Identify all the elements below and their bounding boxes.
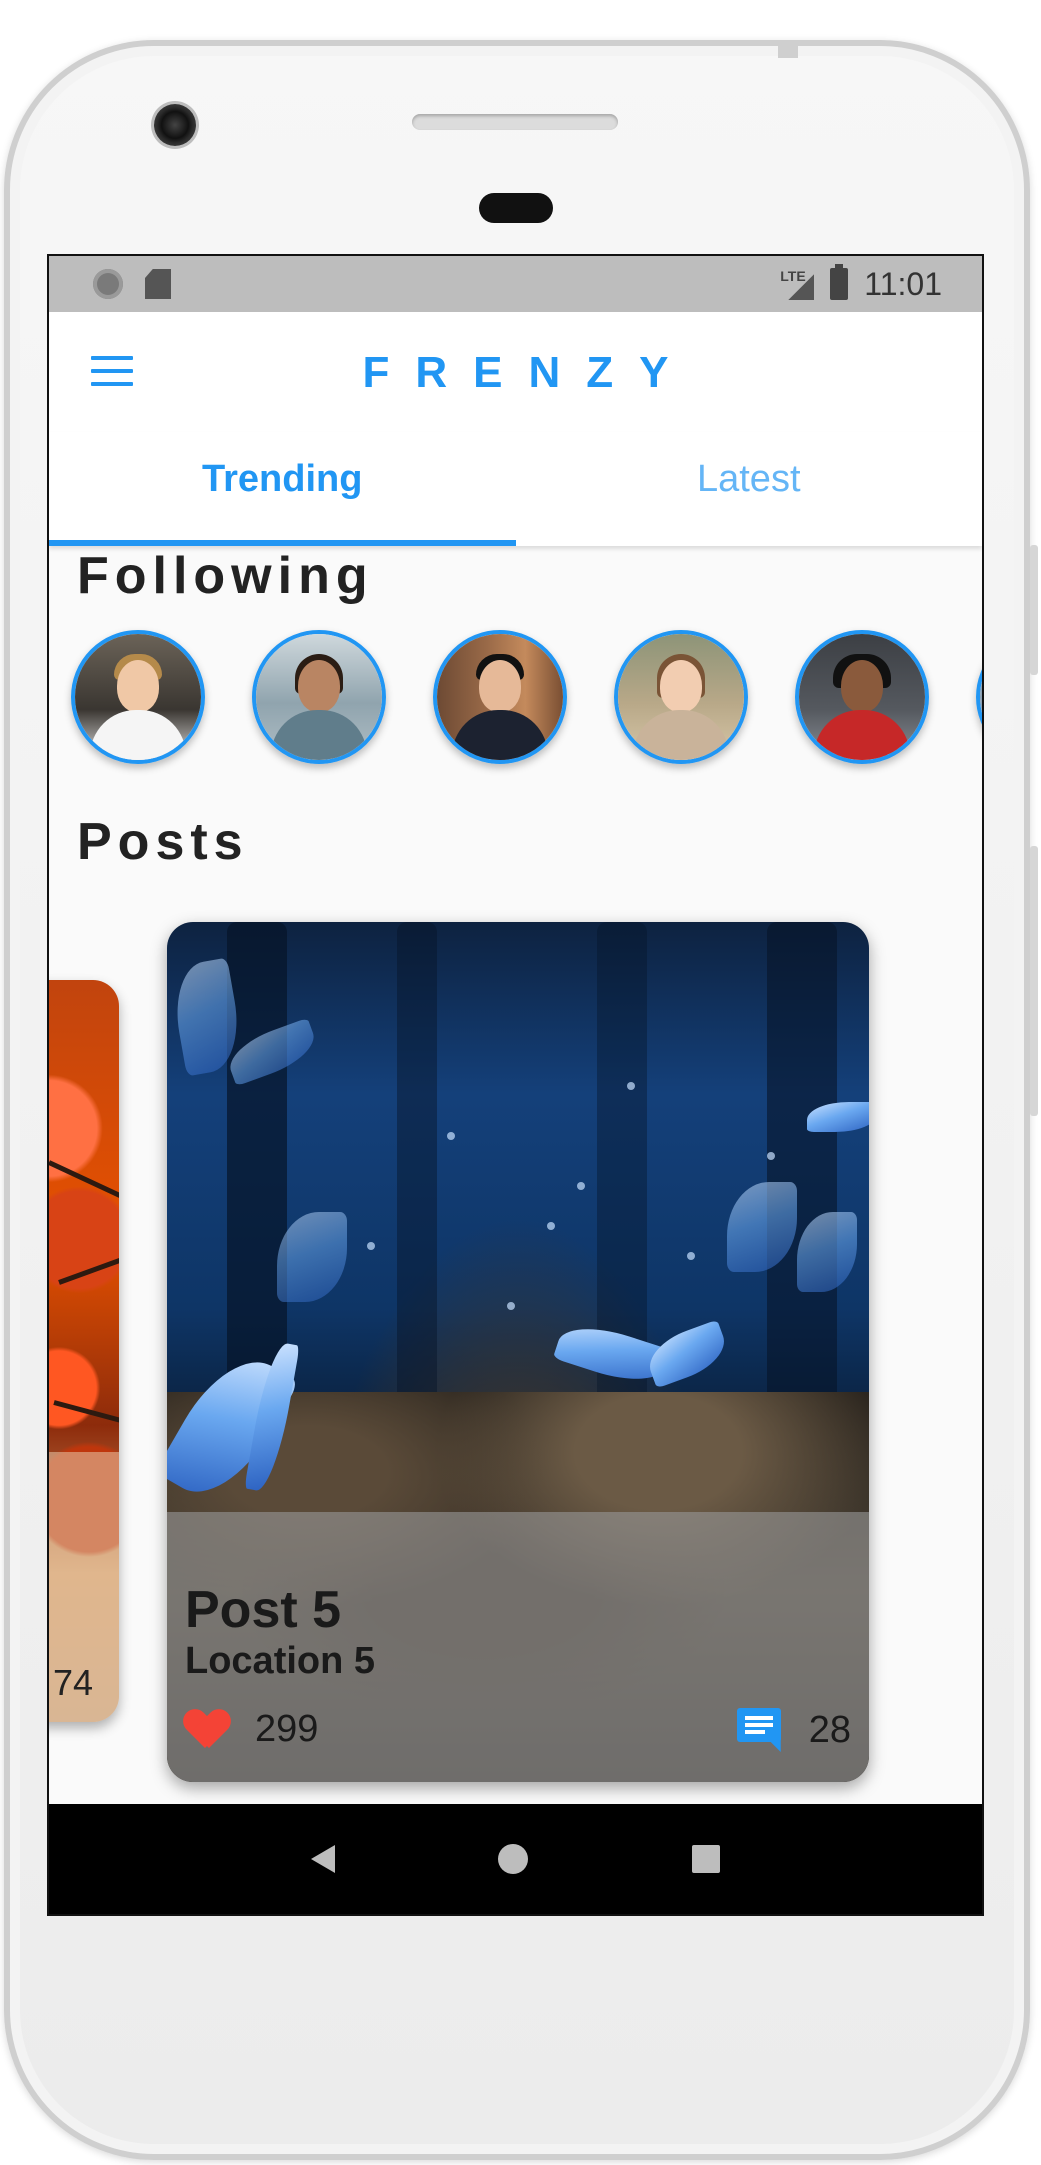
status-bar: LTE 11:01 (49, 256, 982, 312)
avatar[interactable] (71, 630, 205, 764)
following-heading: Following (77, 547, 374, 605)
avatar[interactable] (252, 630, 386, 764)
comment-button[interactable]: 28 (736, 1708, 851, 1752)
side-button-lower (1030, 846, 1038, 1116)
avatar[interactable] (614, 630, 748, 764)
post-info-overlay: Post 5 Location 5 299 28 (167, 1512, 869, 1782)
post-card[interactable]: Post 5 Location 5 299 28 (167, 922, 869, 1782)
app-title: FRENZY (362, 348, 695, 397)
recents-square-icon[interactable] (692, 1845, 721, 1873)
following-avatars (71, 630, 982, 770)
like-count: 299 (255, 1708, 319, 1750)
post-card-previous[interactable]: 74 (49, 980, 119, 1722)
home-circle-icon[interactable] (498, 1844, 529, 1874)
back-triangle-icon[interactable] (310, 1845, 335, 1873)
earpiece-speaker (412, 114, 618, 130)
tab-bar: Trending Latest (49, 432, 982, 546)
comment-icon (736, 1708, 781, 1752)
side-button-upper (1030, 545, 1038, 675)
comment-count: 28 (808, 1708, 851, 1751)
lte-signal-icon: LTE (780, 268, 814, 300)
status-time: 11:01 (864, 265, 942, 302)
app-bar: FRENZY (49, 312, 982, 432)
proximity-sensor (479, 193, 553, 223)
post-location: Location 5 (185, 1640, 376, 1682)
like-button[interactable]: 299 (185, 1708, 318, 1751)
posts-heading: Posts (77, 813, 249, 871)
battery-icon (830, 264, 849, 300)
system-nav-bar (49, 1804, 982, 1914)
screen: LTE 11:01 FRENZY Trending Latest Followi… (47, 254, 984, 1916)
heart-icon (185, 1710, 229, 1750)
avatar[interactable] (433, 630, 567, 764)
tab-latest[interactable]: Latest (516, 432, 983, 546)
sd-card-icon (145, 269, 171, 299)
sync-icon (93, 269, 123, 299)
network-label: LTE (780, 268, 806, 284)
like-count-partial: 74 (53, 1662, 94, 1703)
avatar[interactable] (795, 630, 929, 764)
tab-trending[interactable]: Trending (49, 432, 516, 546)
post-title: Post 5 (185, 1581, 342, 1639)
top-button (778, 42, 798, 58)
avatar[interactable] (976, 630, 982, 764)
front-camera (154, 104, 196, 146)
